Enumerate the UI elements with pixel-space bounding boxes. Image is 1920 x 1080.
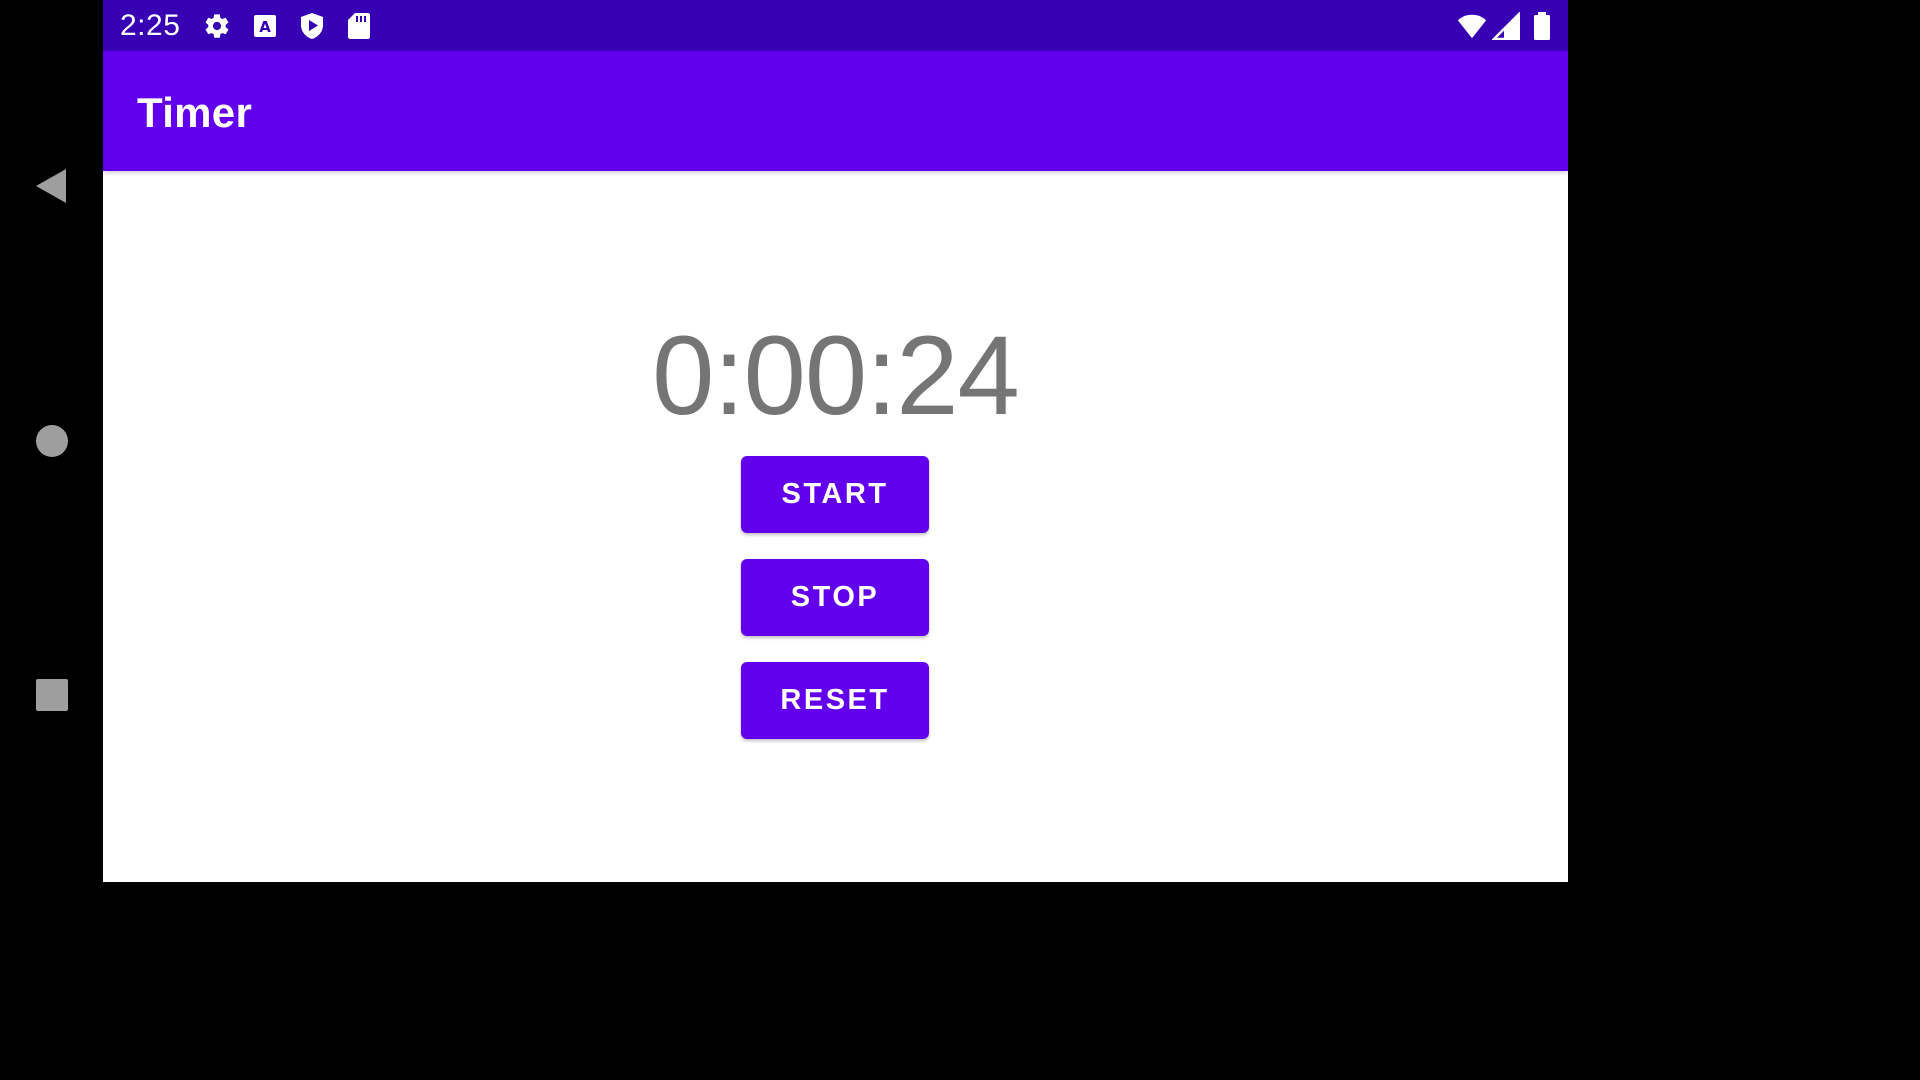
system-navigation-bar	[0, 0, 103, 882]
sd-card-icon	[344, 11, 374, 41]
status-bar: 2:25 A	[103, 0, 1568, 51]
back-button[interactable]	[0, 141, 103, 231]
recents-square-icon	[35, 679, 68, 711]
back-triangle-icon	[35, 169, 66, 203]
cell-signal-icon	[1491, 11, 1521, 41]
play-shield-icon	[297, 11, 327, 41]
home-circle-icon	[35, 425, 68, 457]
app-title: Timer	[137, 89, 253, 136]
status-time: 2:25	[120, 9, 181, 42]
battery-icon	[1527, 11, 1557, 41]
app-bar: Timer	[103, 51, 1568, 171]
font-a-icon: A	[250, 11, 280, 41]
stop-button[interactable]: STOP	[741, 559, 929, 636]
wifi-icon	[1457, 11, 1487, 41]
recents-button[interactable]	[0, 650, 103, 740]
timer-display: 0:00:24	[652, 313, 1020, 438]
app-screen: 2:25 A Timer 0:00:24 START STOP RESET	[103, 0, 1568, 882]
timer-content: 0:00:24 START STOP RESET	[103, 171, 1568, 882]
svg-text:A: A	[259, 18, 271, 36]
home-button[interactable]	[0, 396, 103, 486]
reset-button[interactable]: RESET	[741, 662, 929, 739]
gear-icon	[202, 11, 232, 41]
start-button[interactable]: START	[741, 456, 929, 533]
